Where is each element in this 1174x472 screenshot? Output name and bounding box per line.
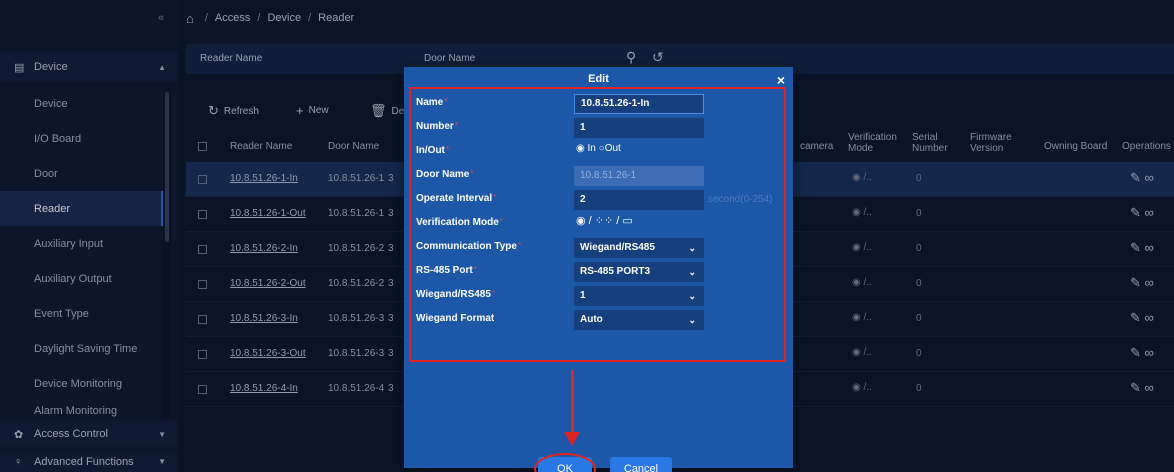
inout-label: In/Out* [416,145,450,156]
close-icon[interactable]: × [777,72,785,88]
chevron-down-icon: ⌄ [688,267,696,277]
name-label: Name* [416,97,448,108]
cancel-button[interactable]: Cancel [610,457,672,472]
number-input[interactable]: 1 [574,118,704,138]
radio-in[interactable]: ◉ In [576,143,596,154]
keypad-icon: ⁘⁘ [594,215,614,227]
card-icon: ▭ [622,215,633,227]
rs485-port-select[interactable]: RS-485 PORT3 ⌄ [574,262,704,282]
operate-interval-input[interactable]: 2 [574,190,704,210]
verification-mode-label: Verification Mode* [416,217,503,228]
name-input[interactable]: 10.8.51.26-1-In [574,94,704,114]
door-name-label: Door Name* [416,169,474,180]
door-name-input: 10.8.51.26-1 [574,166,704,186]
chevron-down-icon: ⌄ [688,315,696,325]
annotation-arrow-head [564,432,580,446]
interval-hint: second(0-254) [708,194,773,205]
communication-type-select[interactable]: Wiegand/RS485 ⌄ [574,238,704,258]
ok-highlight-ring [534,453,596,472]
number-label: Number* [416,121,458,132]
radio-out[interactable]: ○Out [599,143,621,154]
rs485-port-label: RS-485 Port* [416,265,477,276]
wiegand-format-label: Wiegand Format [416,313,495,324]
wiegand-rs485-select[interactable]: 1 ⌄ [574,286,704,306]
communication-type-label: Communication Type* [416,241,522,252]
wiegand-format-select[interactable]: Auto ⌄ [574,310,704,330]
dialog-title: Edit [588,73,609,85]
edit-dialog: Edit × Name* 10.8.51.26-1-In Number* 1 I… [404,67,793,472]
chevron-down-icon: ⌄ [688,243,696,253]
verification-mode-icons[interactable]: ◉ / ⁘⁘ / ▭ [576,214,633,227]
annotation-arrow [571,370,574,436]
wiegand-rs485-label: Wiegand/RS485* [416,289,496,300]
chevron-down-icon: ⌄ [688,291,696,301]
inout-radio-group: ◉ In ○Out [576,143,621,154]
operate-interval-label: Operate Interval* [416,193,497,204]
fingerprint-icon: ◉ [576,215,586,227]
